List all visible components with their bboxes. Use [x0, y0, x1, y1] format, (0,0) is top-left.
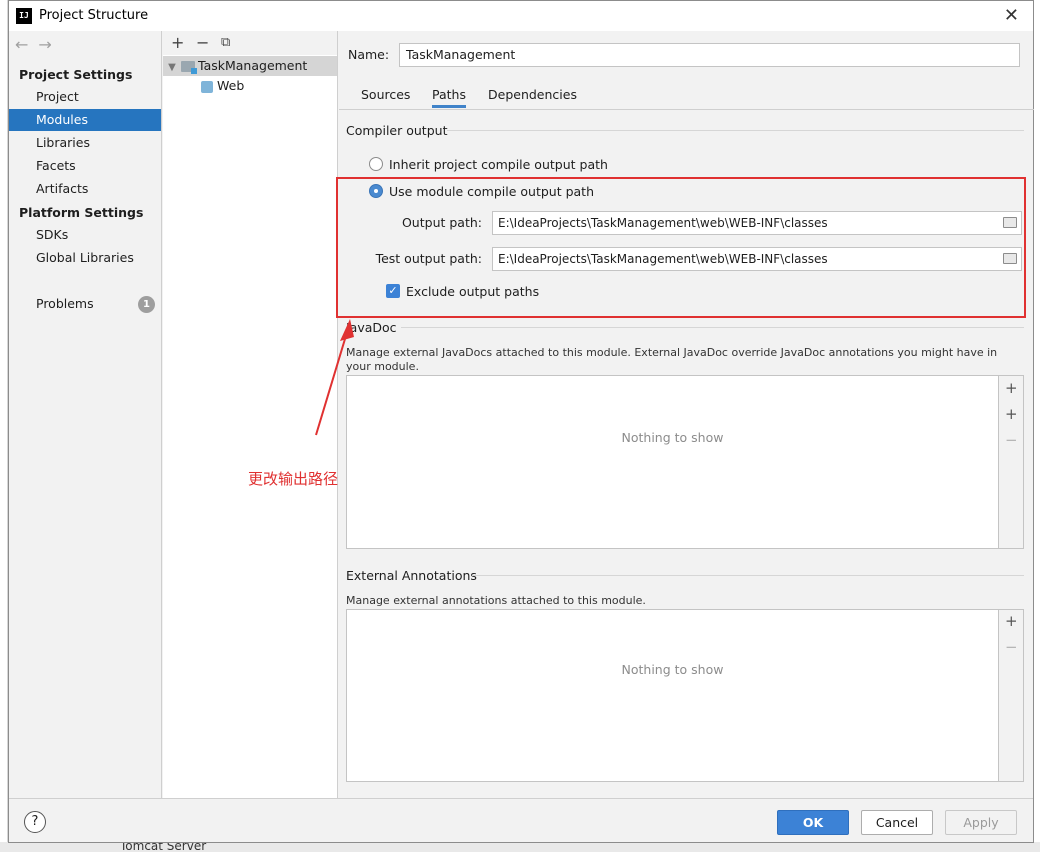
tree-module-label: TaskManagement: [198, 58, 308, 73]
annotations-toolbar: + −: [999, 609, 1024, 782]
title-bar: IJ Project Structure ✕: [9, 1, 1033, 31]
cancel-button[interactable]: Cancel: [861, 810, 933, 835]
javadoc-toolbar: + + −: [999, 375, 1024, 549]
add-annotation-icon[interactable]: +: [1005, 612, 1018, 630]
javadoc-description: Manage external JavaDocs attached to thi…: [346, 346, 998, 373]
javadoc-list[interactable]: Nothing to show: [346, 375, 999, 549]
external-annotations-description: Manage external annotations attached to …: [346, 594, 646, 607]
sidebar-item-facets[interactable]: Facets: [9, 155, 161, 177]
compiler-output-rule: [447, 130, 1024, 131]
problems-count-badge: 1: [138, 296, 155, 313]
sidebar-item-libraries[interactable]: Libraries: [9, 132, 161, 154]
copy-icon[interactable]: ⧉: [221, 35, 230, 50]
settings-sidebar: ←→ Project Settings Project Modules Libr…: [9, 31, 162, 798]
remove-javadoc-icon[interactable]: −: [1005, 431, 1018, 449]
sidebar-item-artifacts[interactable]: Artifacts: [9, 178, 161, 200]
sidebar-item-modules[interactable]: Modules: [9, 109, 161, 131]
annotation-arrow-icon: [315, 319, 354, 436]
annotation-note: 更改输出路径: [248, 470, 339, 488]
tab-divider: [339, 109, 1034, 110]
add-javadoc-url-icon[interactable]: +: [1005, 405, 1018, 423]
tab-dependencies[interactable]: Dependencies: [488, 87, 577, 105]
tree-toolbar: + − ⧉: [163, 31, 337, 55]
inherit-path-radio[interactable]: [369, 157, 383, 171]
module-folder-icon: [181, 61, 197, 74]
platform-settings-header: Platform Settings: [19, 205, 144, 220]
remove-annotation-icon[interactable]: −: [1005, 638, 1018, 656]
annotations-empty-text: Nothing to show: [621, 662, 724, 677]
highlight-box: [336, 177, 1026, 318]
window-title: Project Structure: [39, 8, 149, 23]
sidebar-item-project[interactable]: Project: [9, 86, 161, 108]
tree-web-label: Web: [217, 78, 245, 93]
javadoc-empty-text: Nothing to show: [621, 430, 724, 445]
tab-paths[interactable]: Paths: [432, 87, 466, 108]
module-settings-panel: Name: TaskManagement Sources Paths Depen…: [339, 31, 1034, 798]
dialog-footer: ? OK Cancel Apply: [9, 798, 1033, 844]
tree-row-module[interactable]: ▼ TaskManagement: [163, 56, 337, 76]
external-annotations-rule: [472, 575, 1024, 576]
remove-icon[interactable]: −: [196, 33, 209, 52]
intellij-icon: IJ: [16, 8, 32, 24]
sidebar-item-global-libraries[interactable]: Global Libraries: [9, 247, 161, 269]
javadoc-rule: [401, 327, 1024, 328]
project-structure-dialog: IJ Project Structure ✕ ←→ Project Settin…: [8, 0, 1034, 843]
web-facet-icon: [201, 80, 213, 93]
add-icon[interactable]: +: [171, 33, 184, 52]
tab-sources[interactable]: Sources: [361, 87, 410, 105]
expand-arrow-icon[interactable]: ▼: [163, 58, 181, 78]
add-javadoc-icon[interactable]: +: [1005, 379, 1018, 397]
background-ide-right: [1034, 0, 1040, 852]
name-label: Name:: [348, 47, 390, 62]
back-forward-arrows[interactable]: ←→: [15, 35, 62, 54]
external-annotations-list[interactable]: Nothing to show: [346, 609, 999, 782]
module-name-input[interactable]: TaskManagement: [399, 43, 1020, 67]
close-icon[interactable]: ✕: [1004, 5, 1019, 26]
project-settings-header: Project Settings: [19, 67, 133, 82]
compiler-output-title: Compiler output: [346, 123, 448, 138]
back-arrow-icon[interactable]: ←: [15, 35, 38, 54]
tree-row-web-facet[interactable]: Web: [163, 76, 337, 96]
help-button[interactable]: ?: [24, 811, 46, 833]
sidebar-item-sdks[interactable]: SDKs: [9, 224, 161, 246]
background-ide-left: [0, 0, 8, 852]
apply-button[interactable]: Apply: [945, 810, 1017, 835]
external-annotations-title: External Annotations: [346, 568, 477, 583]
forward-arrow-icon[interactable]: →: [38, 35, 61, 54]
ok-button[interactable]: OK: [777, 810, 849, 835]
inherit-path-label: Inherit project compile output path: [389, 157, 608, 172]
